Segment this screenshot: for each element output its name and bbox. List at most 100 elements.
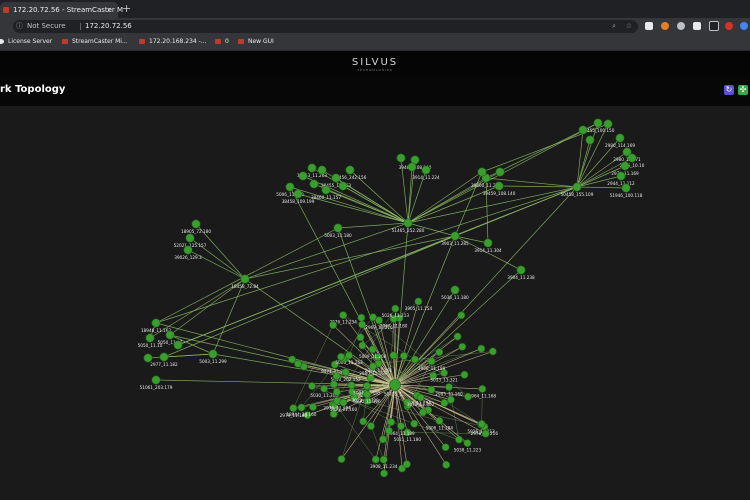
network-node[interactable] bbox=[368, 345, 377, 354]
network-node[interactable] bbox=[419, 408, 427, 417]
bookmark-star-icon[interactable]: ☆ bbox=[626, 20, 632, 33]
network-node[interactable] bbox=[380, 469, 388, 478]
network-node[interactable] bbox=[477, 344, 486, 353]
network-node[interactable] bbox=[445, 383, 453, 391]
network-node[interactable] bbox=[339, 311, 348, 320]
bookmark-item[interactable]: StreamCaster Mi... bbox=[62, 38, 128, 45]
network-node[interactable] bbox=[593, 118, 603, 128]
address-bar[interactable]: ⓘ Not Secure 172.20.72.56 ⌕ ☆ bbox=[13, 20, 638, 33]
network-node[interactable] bbox=[317, 165, 327, 175]
layout-button[interactable]: ✣ bbox=[738, 85, 748, 95]
network-node[interactable] bbox=[289, 404, 298, 413]
close-tab-icon[interactable]: × bbox=[106, 2, 112, 18]
network-node[interactable] bbox=[298, 171, 308, 181]
network-node[interactable] bbox=[478, 385, 487, 393]
network-node[interactable] bbox=[338, 181, 348, 191]
network-node[interactable] bbox=[345, 165, 355, 175]
network-node[interactable] bbox=[173, 340, 183, 350]
network-node[interactable] bbox=[441, 443, 450, 452]
network-node[interactable] bbox=[427, 385, 436, 394]
network-node[interactable] bbox=[159, 352, 169, 362]
network-node[interactable] bbox=[387, 418, 396, 426]
network-node[interactable] bbox=[331, 173, 341, 183]
network-node[interactable] bbox=[308, 382, 316, 390]
network-node[interactable] bbox=[333, 223, 343, 233]
bookmark-item[interactable]: New GUI bbox=[238, 38, 274, 45]
network-node[interactable] bbox=[457, 311, 466, 320]
new-tab-button[interactable]: + bbox=[122, 2, 131, 16]
network-node[interactable] bbox=[240, 274, 250, 284]
network-node[interactable] bbox=[620, 161, 630, 171]
network-node[interactable] bbox=[627, 153, 637, 163]
network-node[interactable] bbox=[463, 439, 472, 448]
network-node[interactable] bbox=[458, 342, 467, 351]
network-node[interactable] bbox=[621, 183, 631, 193]
network-node[interactable] bbox=[341, 368, 350, 377]
network-node[interactable] bbox=[421, 165, 431, 175]
network-node[interactable] bbox=[435, 416, 444, 425]
search-icon[interactable]: ⌕ bbox=[612, 20, 616, 33]
network-node[interactable] bbox=[488, 347, 497, 356]
network-node[interactable] bbox=[151, 375, 161, 385]
network-topology-graph[interactable]: 5030_11.3165026_11.2132980_11.2619471_11… bbox=[0, 106, 750, 500]
network-node[interactable] bbox=[379, 435, 387, 444]
refresh-button[interactable]: ↻ bbox=[724, 85, 734, 95]
hub-node[interactable] bbox=[389, 379, 401, 391]
network-node[interactable] bbox=[371, 455, 380, 464]
network-node[interactable] bbox=[516, 265, 526, 275]
network-node[interactable] bbox=[379, 455, 388, 464]
network-node[interactable] bbox=[362, 382, 371, 390]
network-node[interactable] bbox=[442, 460, 451, 469]
network-node[interactable] bbox=[367, 422, 375, 430]
browser-tab[interactable]: 172.20.72.56 - StreamCaster M × bbox=[0, 2, 123, 18]
network-node[interactable] bbox=[337, 455, 346, 463]
network-node[interactable] bbox=[151, 318, 161, 328]
network-node[interactable] bbox=[369, 362, 377, 371]
network-node[interactable] bbox=[307, 163, 317, 173]
bookmark-item[interactable]: 172.20.168.234 -... bbox=[139, 38, 207, 45]
network-node[interactable] bbox=[494, 181, 504, 191]
network-node[interactable] bbox=[191, 219, 201, 229]
network-node[interactable] bbox=[416, 393, 425, 402]
network-node[interactable] bbox=[477, 419, 486, 428]
network-node[interactable] bbox=[464, 392, 472, 401]
network-node[interactable] bbox=[616, 171, 626, 181]
bookmark-item[interactable]: License Server bbox=[0, 38, 52, 45]
network-node[interactable] bbox=[183, 245, 193, 255]
network-node[interactable] bbox=[320, 384, 329, 393]
network-node[interactable] bbox=[435, 348, 444, 357]
network-node[interactable] bbox=[143, 353, 153, 363]
network-node[interactable] bbox=[411, 355, 419, 364]
not-secure-label[interactable]: Not Secure bbox=[27, 20, 66, 33]
extension-icon[interactable] bbox=[709, 21, 719, 31]
network-node[interactable] bbox=[407, 162, 417, 172]
network-node[interactable] bbox=[585, 135, 595, 145]
network-node[interactable] bbox=[288, 355, 297, 364]
network-node[interactable] bbox=[329, 380, 338, 389]
network-node[interactable] bbox=[391, 304, 400, 313]
chrome-profile-icon[interactable] bbox=[740, 22, 748, 30]
network-node[interactable] bbox=[440, 399, 449, 407]
network-node[interactable] bbox=[347, 381, 356, 390]
network-node[interactable] bbox=[332, 387, 341, 396]
network-node[interactable] bbox=[358, 341, 367, 350]
info-icon[interactable]: ⓘ bbox=[16, 20, 23, 33]
network-node[interactable] bbox=[309, 179, 319, 189]
network-node[interactable] bbox=[363, 390, 371, 399]
network-node[interactable] bbox=[293, 189, 303, 199]
network-node[interactable] bbox=[396, 153, 406, 163]
network-node[interactable] bbox=[477, 167, 487, 177]
network-node[interactable] bbox=[455, 435, 463, 444]
network-node[interactable] bbox=[399, 352, 408, 360]
network-node[interactable] bbox=[332, 372, 341, 381]
network-node[interactable] bbox=[357, 313, 366, 322]
extension-icon[interactable] bbox=[661, 22, 669, 30]
network-node[interactable] bbox=[572, 182, 582, 192]
network-node[interactable] bbox=[450, 231, 460, 241]
network-node[interactable] bbox=[385, 426, 393, 435]
network-node[interactable] bbox=[309, 403, 317, 411]
network-node[interactable] bbox=[339, 398, 348, 407]
network-node[interactable] bbox=[481, 429, 490, 438]
network-node[interactable] bbox=[356, 333, 365, 342]
network-node[interactable] bbox=[495, 167, 505, 177]
